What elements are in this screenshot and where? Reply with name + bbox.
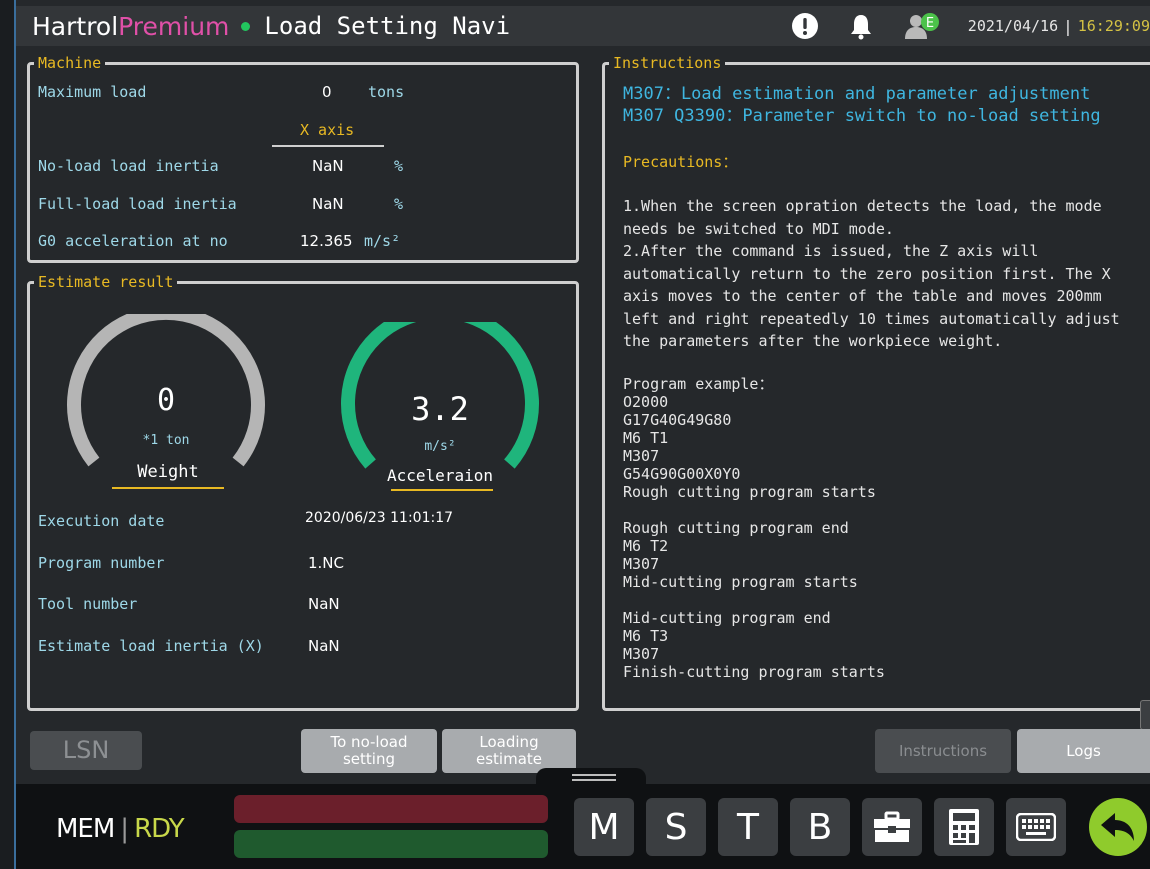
program-example-label: Program example： xyxy=(623,375,774,393)
fullload-inertia-label: Full-load load inertia xyxy=(38,195,237,213)
program-example-block-1: O2000 G17G40G49G80 M6 T1 M307 G54G90G00X… xyxy=(623,393,876,501)
accel-value: 3.2 xyxy=(411,390,469,428)
status-indicator: MEM | RDY xyxy=(56,814,185,844)
t-code-key[interactable]: T xyxy=(718,798,778,856)
g0-accel-label: G0 acceleration at no xyxy=(38,232,228,250)
estimate-panel-title: Estimate result xyxy=(34,273,178,291)
precautions-text: 1.When the screen opration detects the l… xyxy=(623,197,1120,350)
title-bar: HartrolPremium Load Setting Navi E 2021/… xyxy=(16,6,1150,46)
max-load-label: Maximum load xyxy=(38,83,147,101)
estimate-panel: Estimate result 0 *1 ton Weight 3.2 m/s²… xyxy=(27,273,579,711)
brand-main: Hartrol xyxy=(32,11,119,41)
s-code-key[interactable]: S xyxy=(646,798,706,856)
back-arrow-icon xyxy=(1101,813,1134,841)
fullload-inertia-unit: % xyxy=(394,195,404,213)
max-load-unit: tons xyxy=(368,83,405,101)
drawer-handle[interactable] xyxy=(536,768,646,790)
to-noload-setting-line2: setting xyxy=(342,750,395,768)
user-status-icon[interactable]: E xyxy=(902,11,942,41)
b-code-key[interactable]: B xyxy=(790,798,850,856)
time-display: 16:29:09 xyxy=(1077,17,1150,35)
x-axis-underline xyxy=(272,145,384,147)
status-bar xyxy=(234,830,548,858)
side-tab[interactable] xyxy=(1140,700,1150,730)
machine-panel-title: Machine xyxy=(34,54,106,72)
loading-estimate-button[interactable]: Loading estimate xyxy=(442,729,576,773)
accel-label: Acceleraion xyxy=(387,466,493,485)
bell-icon[interactable] xyxy=(846,11,876,41)
weight-value: 0 xyxy=(157,383,175,418)
alarm-bar xyxy=(234,795,548,823)
estimate-inertia-label: Estimate load inertia (X) xyxy=(38,637,264,655)
tool-number-value: NaN xyxy=(308,595,340,613)
program-number-value: 1.NC xyxy=(308,554,345,572)
machine-panel: Machine Maximum load 0 tons X axis No-lo… xyxy=(27,54,579,263)
accel-unit: m/s² xyxy=(424,439,455,454)
precautions-heading: Precautions： xyxy=(623,153,738,171)
program-example-block-3: Mid-cutting program end M6 T3 M307 Finis… xyxy=(623,609,885,681)
lsn-button[interactable]: LSN xyxy=(30,731,142,770)
loading-estimate-line2: estimate xyxy=(475,750,542,768)
x-axis-header: X axis xyxy=(300,121,355,139)
logs-button[interactable]: Logs xyxy=(1017,729,1150,773)
to-noload-setting-line1: To no-load xyxy=(330,733,408,751)
program-example-block-2: Rough cutting program end M6 T2 M307 Mid… xyxy=(623,519,858,591)
bottom-bar: MEM | RDY M S T B xyxy=(16,768,1150,869)
status-dot-icon xyxy=(241,21,251,31)
back-button[interactable] xyxy=(1089,798,1147,856)
instructions-panel: Instructions M307：Load estimation and pa… xyxy=(602,54,1150,711)
tool-number-label: Tool number xyxy=(38,595,138,613)
loading-estimate-line1: Loading xyxy=(479,733,539,751)
calculator-key[interactable] xyxy=(934,798,994,856)
weight-unit: *1 ton xyxy=(143,433,190,448)
g0-accel-unit: m/s² xyxy=(364,232,401,250)
handle-line-top xyxy=(572,774,616,776)
instruction-m307: M307：Load estimation and parameter adjus… xyxy=(623,84,1091,104)
max-load-value: 0 xyxy=(322,83,332,101)
handle-line-bottom xyxy=(572,779,616,781)
datetime-separator: | xyxy=(1063,16,1073,36)
estimate-inertia-value: NaN xyxy=(308,637,340,655)
keyboard-icon xyxy=(1016,813,1056,841)
execution-date-label: Execution date xyxy=(38,512,165,530)
instruction-m307-q3390: M307 Q3390：Parameter switch to no-load s… xyxy=(623,106,1101,126)
noload-inertia-value: NaN xyxy=(312,157,344,175)
noload-inertia-unit: % xyxy=(394,157,404,175)
ready-text: RDY xyxy=(134,814,185,844)
g0-accel-value: 12.365 xyxy=(300,232,353,250)
toolbox-icon xyxy=(874,811,910,842)
user-badge-letter: E xyxy=(926,16,934,31)
weight-label-underline xyxy=(112,487,224,489)
brand-accent: Premium xyxy=(118,11,230,41)
accel-gauge: 3.2 m/s² xyxy=(341,322,539,469)
m-code-key[interactable]: M xyxy=(574,798,634,856)
brand-logo: HartrolPremium xyxy=(32,12,229,41)
mode-text: MEM xyxy=(56,814,115,844)
instructions-button[interactable]: Instructions xyxy=(875,729,1011,773)
toolbox-key[interactable] xyxy=(862,798,922,856)
accel-label-underline xyxy=(391,489,493,491)
fullload-inertia-value: NaN xyxy=(312,195,344,213)
page-title: Load Setting Navi xyxy=(264,12,511,40)
instructions-panel-title: Instructions xyxy=(609,54,726,72)
alert-icon[interactable] xyxy=(790,11,820,41)
keyboard-key[interactable] xyxy=(1006,798,1066,856)
to-noload-setting-button[interactable]: To no-load setting xyxy=(301,729,437,773)
program-number-label: Program number xyxy=(38,554,165,572)
date-display: 2021/04/16 xyxy=(967,17,1059,35)
execution-date-value: 2020/06/23 11:01:17 xyxy=(305,510,454,526)
calculator-icon xyxy=(949,809,979,845)
status-separator: | xyxy=(120,814,129,844)
weight-label: Weight xyxy=(137,462,199,482)
noload-inertia-label: No-load load inertia xyxy=(38,157,219,175)
weight-gauge: 0 *1 ton xyxy=(67,314,265,467)
